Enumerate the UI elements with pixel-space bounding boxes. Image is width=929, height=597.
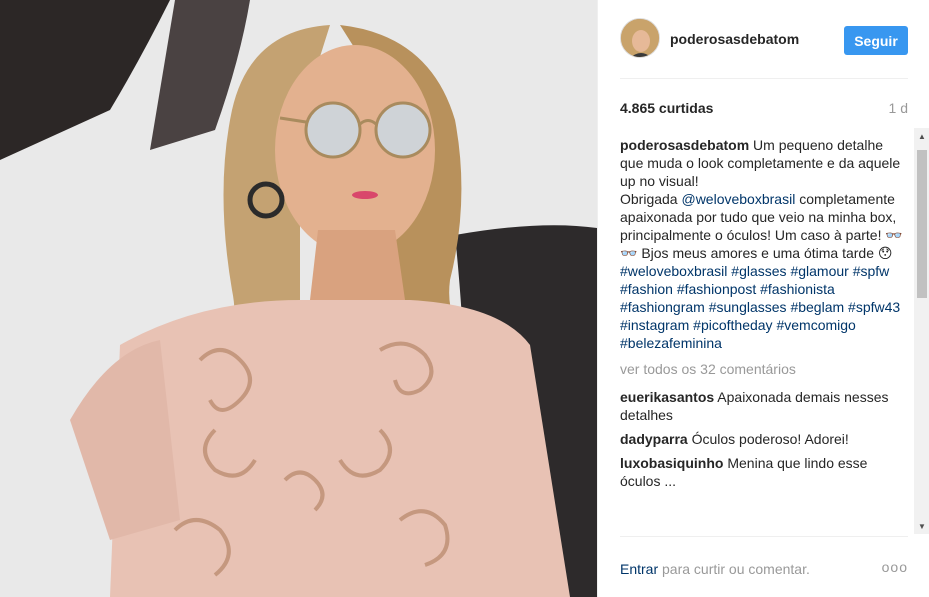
hashtag-link[interactable]: #fashionista <box>760 281 835 297</box>
comment-username[interactable]: dadyparra <box>620 431 688 447</box>
avatar[interactable] <box>620 18 660 58</box>
post-footer: Entrar para curtir ou comentar. ooo <box>620 559 908 579</box>
caption-text-2: Obrigada <box>620 191 682 207</box>
login-prompt-text: para curtir ou comentar. <box>658 561 810 577</box>
comment-item: luxobasiquinho Menina que lindo esse ócu… <box>620 454 910 490</box>
hashtag-link[interactable]: #picoftheday <box>693 317 772 333</box>
scroll-down-arrow-icon[interactable]: ▼ <box>914 518 929 534</box>
hashtag-link[interactable]: #instagram <box>620 317 689 333</box>
post-details-panel: poderosasdebatom Seguir 4.865 curtidas 1… <box>597 0 929 597</box>
comment-username[interactable]: euerikasantos <box>620 389 714 405</box>
hashtag-link[interactable]: #fashion <box>620 281 673 297</box>
hashtag-link[interactable]: #spfw <box>853 263 890 279</box>
hashtag-link[interactable]: #beglam <box>790 299 844 315</box>
hashtag-link[interactable]: #glasses <box>731 263 786 279</box>
hashtag-link[interactable]: #spfw43 <box>848 299 900 315</box>
post-author-username[interactable]: poderosasdebatom <box>670 31 799 47</box>
scrollbar-thumb[interactable] <box>917 150 927 298</box>
photo-illustration <box>0 0 597 597</box>
follow-button[interactable]: Seguir <box>844 26 908 55</box>
likes-count[interactable]: 4.865 curtidas <box>620 100 713 116</box>
hashtag-link[interactable]: #glamour <box>790 263 848 279</box>
comments-list[interactable]: poderosasdebatom Um pequeno detalhe que … <box>620 136 910 534</box>
caption-hashtags: #weloveboxbrasil #glasses #glamour #spfw… <box>620 263 900 351</box>
comment-item: dadyparra Óculos poderoso! Adorei! <box>620 430 910 448</box>
comment-entries: euerikasantos Apaixonada demais nesses d… <box>620 388 910 490</box>
login-link[interactable]: Entrar <box>620 561 658 577</box>
post-photo[interactable] <box>0 0 597 597</box>
hashtag-link[interactable]: #fashionpost <box>677 281 756 297</box>
avatar-image <box>621 19 659 57</box>
more-options-icon[interactable]: ooo <box>882 559 908 575</box>
post-header: poderosasdebatom Seguir <box>598 0 929 80</box>
scroll-up-arrow-icon[interactable]: ▲ <box>914 128 929 144</box>
comments-scrollbar[interactable]: ▲ ▼ <box>914 128 929 534</box>
hashtag-link[interactable]: #belezafeminina <box>620 335 722 351</box>
post-stats: 4.865 curtidas 1 d <box>620 100 908 118</box>
comment-text: Óculos poderoso! Adorei! <box>687 431 849 447</box>
caption-mention[interactable]: @weloveboxbrasil <box>681 191 795 207</box>
hashtag-link[interactable]: #sunglasses <box>709 299 787 315</box>
hashtag-link[interactable]: #fashiongram <box>620 299 705 315</box>
caption: poderosasdebatom Um pequeno detalhe que … <box>620 136 910 352</box>
caption-username[interactable]: poderosasdebatom <box>620 137 749 153</box>
post-time[interactable]: 1 d <box>889 100 908 116</box>
view-all-comments-link[interactable]: ver todos os 32 comentários <box>620 360 910 378</box>
hashtag-link[interactable]: #vemcomigo <box>776 317 855 333</box>
hashtag-link[interactable]: #weloveboxbrasil <box>620 263 727 279</box>
header-divider <box>620 78 908 79</box>
comment-username[interactable]: luxobasiquinho <box>620 455 723 471</box>
footer-divider <box>620 536 908 537</box>
comment-item: euerikasantos Apaixonada demais nesses d… <box>620 388 910 424</box>
